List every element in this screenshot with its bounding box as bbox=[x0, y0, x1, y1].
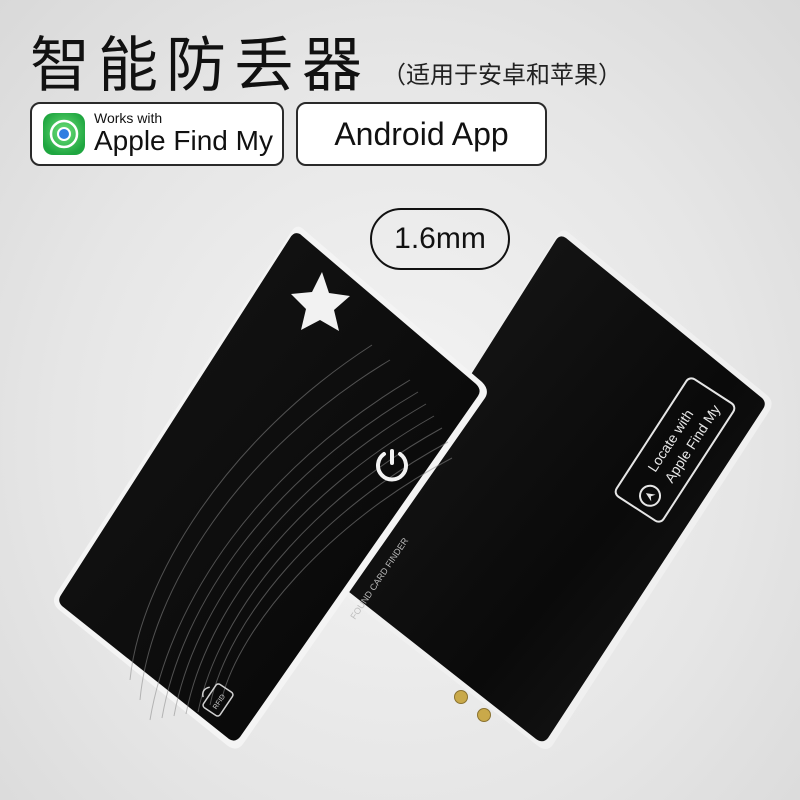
product-illustration: Locate with Apple Find My FOUND CARD FIN… bbox=[53, 226, 772, 749]
thickness-label: 1.6mm bbox=[370, 208, 510, 270]
charging-contact bbox=[454, 690, 468, 704]
charging-contact bbox=[477, 708, 491, 722]
front-card: FOUND CARD FINDER RFID bbox=[53, 226, 487, 749]
